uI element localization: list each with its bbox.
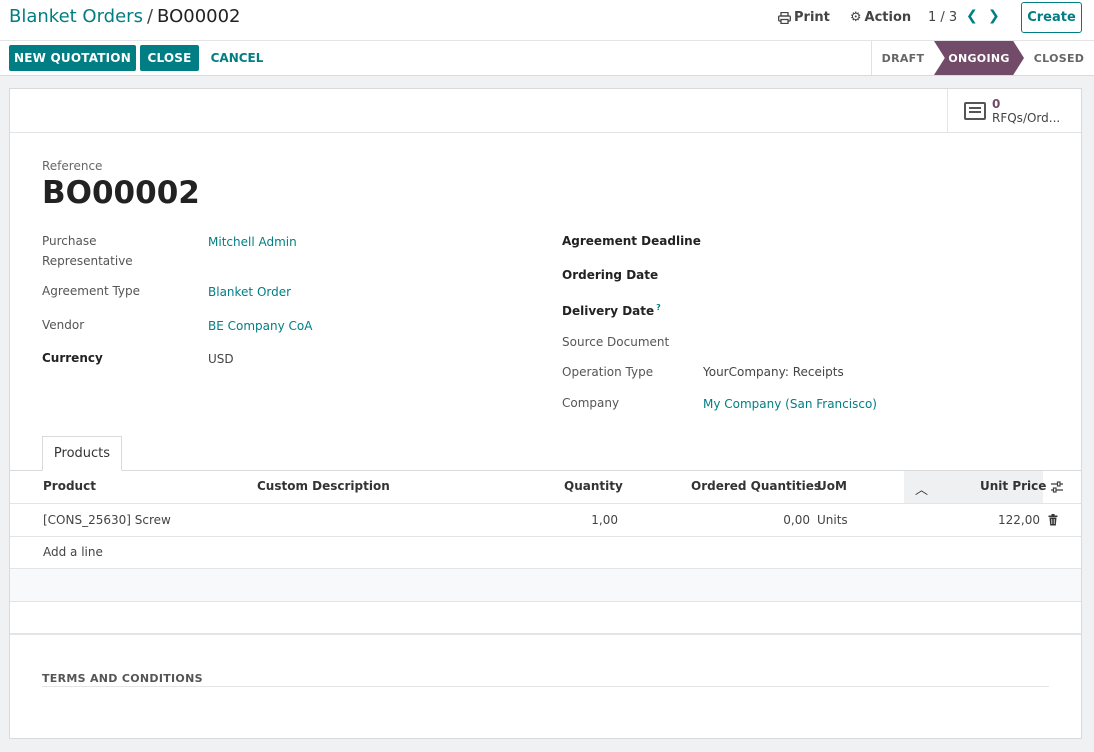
row-quantity[interactable]: 1,00 [570, 513, 618, 527]
print-button[interactable]: Print [778, 10, 830, 25]
rfqs-smart-button[interactable]: 0 RFQs/Ord... [947, 89, 1081, 133]
column-header-unit-price[interactable]: Unit Price [980, 479, 1046, 493]
company-field[interactable]: My Company (San Francisco) [703, 394, 877, 414]
terms-divider [42, 686, 1049, 687]
pager-next-icon[interactable]: ❯ [988, 8, 1000, 24]
optional-columns-icon[interactable] [1050, 481, 1064, 493]
tab-products[interactable]: Products [42, 436, 122, 471]
create-button[interactable]: Create [1021, 2, 1082, 33]
add-line-row [10, 537, 1081, 569]
gear-icon: ⚙ [849, 10, 862, 25]
breadcrumb-separator: / [146, 6, 154, 27]
column-header-quantity[interactable]: Quantity [564, 479, 623, 493]
pager-previous-icon[interactable]: ❮ [966, 8, 978, 24]
terms-conditions-heading: TERMS AND CONDITIONS [42, 672, 203, 685]
action-label: Action [864, 10, 912, 25]
toolbar: Print ⚙ Action [778, 10, 911, 25]
operation-type-field[interactable]: YourCompany: Receipts [703, 362, 844, 382]
status-draft[interactable]: DRAFT [872, 41, 934, 75]
button-box: 0 RFQs/Ord... [10, 89, 1081, 133]
action-button[interactable]: ⚙ Action [850, 10, 911, 25]
rfqs-count: 0 [992, 97, 1001, 111]
source-document-label: Source Document [562, 335, 670, 349]
column-header-uom[interactable]: UoM [817, 479, 847, 493]
currency-field[interactable]: USD [208, 349, 234, 369]
help-tooltip-icon[interactable]: ? [656, 303, 661, 312]
status-ongoing[interactable]: ONGOING [934, 41, 1024, 75]
row-unit-price[interactable]: 122,00 [980, 513, 1040, 527]
empty-row [10, 602, 1081, 635]
list-icon [964, 102, 986, 120]
rfqs-smart-text: 0 RFQs/Ord... [992, 97, 1060, 125]
print-label: Print [794, 10, 830, 25]
new-quotation-button[interactable]: NEW QUOTATION [9, 45, 136, 71]
add-line-link[interactable]: Add a line [43, 545, 103, 559]
print-icon [778, 11, 791, 24]
column-header-product[interactable]: Product [43, 479, 96, 493]
reference-title: BO00002 [42, 175, 200, 211]
breadcrumb-current: BO00002 [157, 6, 241, 27]
cancel-button[interactable]: CANCEL [204, 45, 270, 71]
status-bar: DRAFT ONGOING CLOSED [871, 41, 1094, 75]
control-panel: Blanket Orders / BO00002 Print ⚙ Action 1 … [0, 0, 1094, 76]
row-product[interactable]: [CONS_25630] Screw [43, 513, 171, 527]
currency-label: Currency [42, 351, 103, 365]
rfqs-label: RFQs/Ord... [992, 111, 1061, 125]
row-ordered: 0,00 [783, 513, 810, 527]
company-label: Company [562, 396, 620, 410]
breadcrumb: Blanket Orders / BO00002 [9, 6, 241, 27]
status-closed[interactable]: CLOSED [1024, 41, 1094, 75]
agreement-type-label: Agreement Type [42, 284, 141, 298]
agreement-deadline-label: Agreement Deadline [562, 234, 701, 248]
agreement-type-field[interactable]: Blanket Order [208, 282, 291, 302]
delivery-date-label-text: Delivery Date [562, 304, 655, 318]
operation-type-label: Operation Type [562, 365, 654, 379]
delivery-date-label: Delivery Date? [562, 298, 661, 321]
vendor-label: Vendor [42, 318, 85, 332]
ordering-date-label: Ordering Date [562, 268, 659, 282]
purchase-rep-field[interactable]: Mitchell Admin [208, 232, 297, 252]
pager-value[interactable]: 1 / 3 [928, 10, 957, 25]
purchase-rep-label-line1: Purchase [42, 234, 97, 248]
vendor-field[interactable]: BE Company CoA [208, 316, 312, 336]
breadcrumb-parent-link[interactable]: Blanket Orders [9, 6, 143, 27]
reference-label: Reference [42, 159, 103, 173]
sort-chevron-up-icon[interactable]: ︿ [915, 479, 928, 498]
close-button[interactable]: CLOSE [140, 45, 199, 71]
empty-row [10, 569, 1081, 602]
column-header-ordered[interactable]: Ordered Quantities [691, 479, 821, 493]
column-header-description[interactable]: Custom Description [257, 479, 390, 493]
purchase-rep-label-line2: Representative [42, 254, 133, 268]
row-uom[interactable]: Units [817, 513, 848, 527]
trash-icon[interactable] [1048, 514, 1058, 526]
form-sheet: 0 RFQs/Ord... Reference BO00002 Purchase… [9, 88, 1082, 739]
